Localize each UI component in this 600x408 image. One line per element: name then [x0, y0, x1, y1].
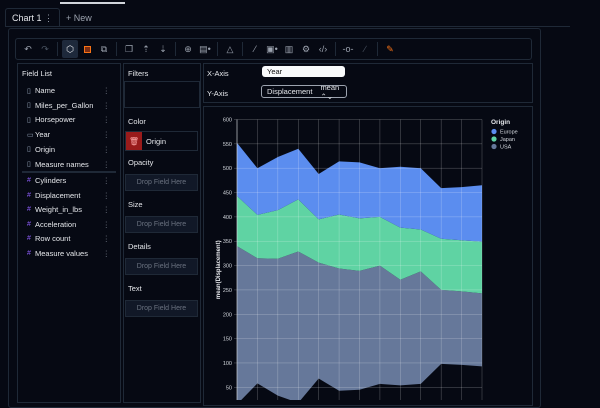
y-tick-label: 300: [223, 264, 232, 270]
legend-swatch: [491, 143, 497, 150]
legend-swatch: [491, 128, 497, 135]
legend-swatch: [491, 136, 497, 142]
y-tick-label: 550: [223, 142, 232, 148]
y-tick-label: 600: [223, 118, 232, 124]
y-axis-title: mean(Displacement): [216, 240, 222, 299]
y-tick-label: 100: [223, 361, 232, 367]
y-tick-label: 50: [226, 385, 232, 391]
y-tick-label: 500: [223, 166, 232, 172]
y-tick-label: 350: [223, 239, 232, 245]
y-tick-label: 200: [223, 312, 232, 318]
legend-label[interactable]: USA: [500, 145, 512, 151]
legend-title: Origin: [491, 119, 510, 126]
chart: 50 100 150 200 250 300 350 400 450 500 550 600 mean(…: [216, 118, 518, 400]
y-tick-label: 450: [223, 191, 232, 197]
y-tick-label: 150: [223, 337, 232, 343]
legend-label[interactable]: Europe: [500, 130, 518, 136]
y-tick-label: 400: [223, 215, 232, 221]
y-tick-label: 250: [223, 288, 232, 294]
legend-label[interactable]: Japan: [500, 137, 515, 143]
